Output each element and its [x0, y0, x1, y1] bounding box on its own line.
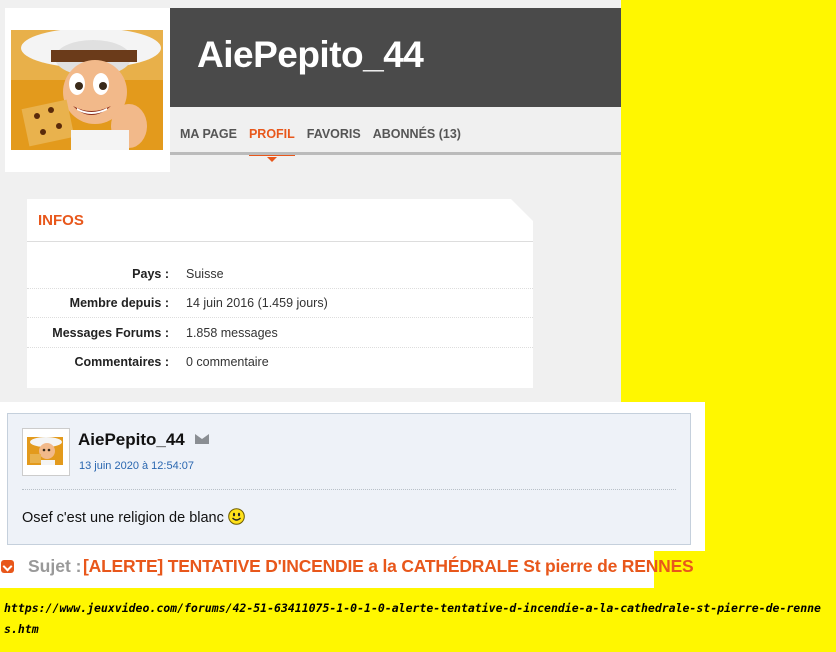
avatar-image: [11, 30, 163, 150]
profile-username: AiePepito_44: [197, 34, 424, 75]
message-avatar[interactable]: [22, 428, 70, 476]
info-value: 14 juin 2016 (1.459 jours): [186, 296, 328, 310]
info-row-membre-depuis: Membre depuis : 14 juin 2016 (1.459 jour…: [27, 288, 533, 318]
topic-url: https://www.jeuxvideo.com/forums/42-51-6…: [4, 601, 821, 636]
card-corner-fold: [511, 199, 533, 221]
smiley-icon: [228, 508, 245, 529]
tab-profil[interactable]: PROFIL: [248, 127, 295, 162]
profile-header: AiePepito_44: [170, 8, 621, 107]
info-row-pays: Pays : Suisse: [27, 259, 533, 289]
tab-abonnes[interactable]: ABONNÉS (13): [373, 127, 461, 155]
message-author[interactable]: AiePepito_44: [78, 430, 185, 450]
tabs-divider: [170, 152, 621, 155]
forum-message: AiePepito_44 13 juin 2020 à 12:54:07 Ose…: [7, 413, 691, 545]
infos-card: INFOS Pays : Suisse Membre depuis : 14 j…: [27, 199, 533, 388]
subject-title[interactable]: [ALERTE] TENTATIVE D'INCENDIE a la CATHÉ…: [83, 556, 694, 577]
info-label: Messages Forums :: [52, 326, 169, 340]
infos-divider: [27, 241, 533, 242]
info-label: Commentaires :: [74, 355, 169, 369]
profile-screenshot: AiePepito_44 MA PAGE PROFIL FAVORIS ABON…: [0, 0, 621, 402]
subject-label: Sujet :: [28, 556, 82, 576]
tab-ma-page[interactable]: MA PAGE: [180, 127, 237, 155]
info-label: Membre depuis :: [69, 296, 169, 310]
info-row-messages-forums: Messages Forums : 1.858 messages: [27, 318, 533, 348]
info-label: Pays :: [132, 267, 169, 281]
forum-message-screenshot: AiePepito_44 13 juin 2020 à 12:54:07 Ose…: [0, 402, 705, 551]
profile-tabs: MA PAGE PROFIL FAVORIS ABONNÉS (13): [180, 127, 461, 162]
message-date[interactable]: 13 juin 2020 à 12:54:07: [79, 460, 194, 472]
tab-favoris[interactable]: FAVORIS: [307, 127, 361, 155]
info-value: 0 commentaire: [186, 355, 269, 369]
mail-icon[interactable]: [195, 434, 209, 444]
message-body: Osef c'est une religion de blanc: [22, 508, 245, 529]
subject-bar: Sujet : [ALERTE] TENTATIVE D'INCENDIE a …: [0, 551, 694, 588]
info-value: Suisse: [186, 267, 224, 281]
infos-title: INFOS: [38, 212, 84, 229]
message-divider: [22, 489, 676, 490]
message-text: Osef c'est une religion de blanc: [22, 510, 224, 526]
avatar-image: [27, 437, 63, 465]
info-row-commentaires: Commentaires : 0 commentaire: [27, 347, 533, 376]
profile-avatar: [5, 8, 170, 172]
chevron-down-icon[interactable]: [1, 560, 14, 573]
info-value: 1.858 messages: [186, 326, 278, 340]
